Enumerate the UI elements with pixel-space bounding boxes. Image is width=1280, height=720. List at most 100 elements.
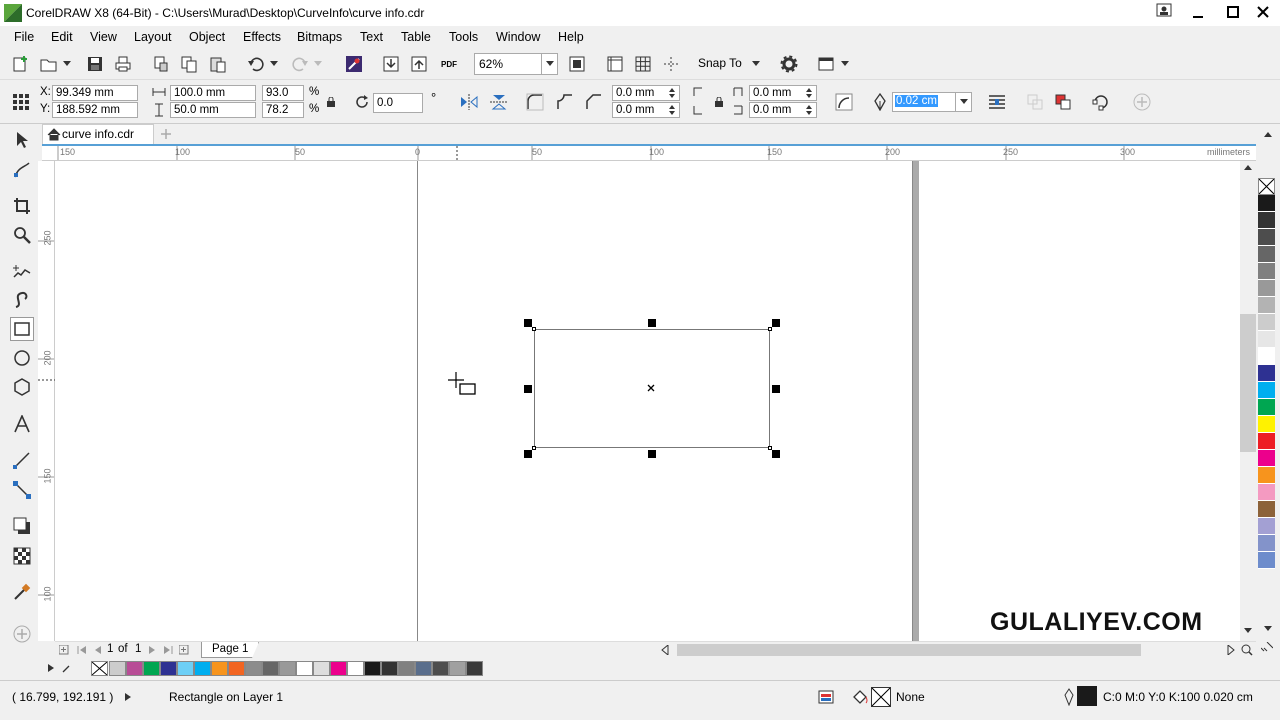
paste-icon[interactable] (207, 53, 229, 75)
undo-icon[interactable] (245, 53, 267, 75)
selection-handle-top-left[interactable] (524, 319, 532, 327)
redo-dropdown-icon[interactable] (311, 53, 325, 75)
pick-tool-icon[interactable] (10, 128, 34, 152)
document-color-swatch[interactable] (381, 661, 398, 676)
selection-handle-left[interactable] (524, 385, 532, 393)
close-icon[interactable] (1245, 0, 1280, 26)
menu-help[interactable]: Help (558, 30, 584, 44)
document-color-swatch[interactable] (330, 661, 347, 676)
add-tool-icon[interactable] (10, 622, 34, 646)
zoom-level-select[interactable]: 62% (474, 53, 558, 75)
color-swatch[interactable] (1258, 484, 1275, 501)
corner-spin-up-right-icon[interactable] (803, 85, 815, 101)
palette-scroll-up-icon[interactable] (1264, 132, 1272, 138)
launcher-dropdown-icon[interactable] (838, 53, 852, 75)
cut-icon[interactable] (150, 53, 172, 75)
document-color-swatch[interactable] (228, 661, 245, 676)
redo-icon[interactable] (289, 53, 311, 75)
document-color-swatch[interactable] (296, 661, 313, 676)
color-swatch[interactable] (1258, 348, 1275, 365)
corner-spin-down-right-icon[interactable] (803, 102, 815, 118)
color-swatch[interactable] (1258, 280, 1275, 297)
document-color-swatch[interactable] (177, 661, 194, 676)
lock-ratio-icon[interactable] (324, 91, 338, 113)
selection-handle-right[interactable] (772, 385, 780, 393)
relative-corner-scaling-icon[interactable] (833, 91, 855, 113)
color-swatch[interactable] (1258, 314, 1275, 331)
menu-layout[interactable]: Layout (134, 30, 172, 44)
object-origin-icon[interactable] (10, 91, 32, 113)
scroll-right-icon[interactable] (1227, 645, 1235, 655)
selection-handle-top[interactable] (648, 319, 656, 327)
convert-to-curves-icon[interactable] (1090, 91, 1112, 113)
document-color-swatch[interactable] (194, 661, 211, 676)
eyedropper-tool-icon[interactable] (10, 580, 34, 604)
document-color-swatch[interactable] (245, 661, 262, 676)
export-icon[interactable] (408, 53, 430, 75)
full-screen-preview-icon[interactable] (566, 53, 588, 75)
color-swatch[interactable] (1258, 467, 1275, 484)
add-document-tab-button[interactable] (158, 126, 174, 142)
first-page-icon[interactable] (77, 645, 87, 655)
color-swatch[interactable] (1258, 331, 1275, 348)
color-swatch[interactable] (1258, 433, 1275, 450)
menu-bitmaps[interactable]: Bitmaps (297, 30, 342, 44)
round-corner-icon[interactable] (524, 91, 546, 113)
outline-color-swatch[interactable] (1077, 686, 1097, 706)
previous-page-icon[interactable] (93, 645, 103, 655)
menu-effects[interactable]: Effects (243, 30, 281, 44)
document-color-swatch[interactable] (262, 661, 279, 676)
document-color-swatch[interactable] (347, 661, 364, 676)
color-swatch[interactable] (1258, 552, 1275, 569)
import-icon[interactable] (380, 53, 402, 75)
document-color-swatch[interactable] (415, 661, 432, 676)
copy-icon[interactable] (178, 53, 200, 75)
document-tab[interactable]: curve info.cdr (42, 124, 154, 144)
options-gear-icon[interactable] (778, 53, 800, 75)
color-swatch[interactable] (1258, 246, 1275, 263)
menu-edit[interactable]: Edit (51, 30, 73, 44)
text-wrap-icon[interactable] (986, 91, 1008, 113)
document-color-swatch[interactable] (364, 661, 381, 676)
scale-x-field[interactable]: 93.0 (262, 85, 304, 101)
transparency-tool-icon[interactable] (10, 544, 34, 568)
current-page-number[interactable]: 1 (107, 643, 113, 655)
selection-handle-bottom-left[interactable] (524, 450, 532, 458)
show-rulers-icon[interactable] (604, 53, 626, 75)
corner-node[interactable] (532, 327, 536, 331)
rotation-field[interactable]: 0.0 (373, 93, 423, 113)
open-icon[interactable] (38, 53, 60, 75)
document-color-swatch[interactable] (143, 661, 160, 676)
corner-node[interactable] (768, 327, 772, 331)
mirror-horizontal-icon[interactable] (458, 91, 480, 113)
document-color-swatch[interactable] (449, 661, 466, 676)
selection-handle-top-right[interactable] (772, 319, 780, 327)
fill-none-swatch[interactable] (871, 687, 891, 707)
save-icon[interactable] (84, 53, 106, 75)
freehand-tool-icon[interactable] (10, 260, 34, 284)
height-field[interactable]: 50.0 mm (170, 102, 256, 118)
snap-to-button[interactable]: Snap To (698, 56, 762, 74)
menu-tools[interactable]: Tools (449, 30, 478, 44)
outline-width-dropdown-icon[interactable] (955, 93, 971, 111)
add-page-after-icon[interactable] (179, 645, 189, 655)
new-document-icon[interactable] (10, 53, 32, 75)
menu-object[interactable]: Object (189, 30, 225, 44)
corner-spin-up-icon[interactable] (666, 85, 678, 101)
color-swatch[interactable] (1258, 365, 1275, 382)
scroll-left-icon[interactable] (661, 645, 669, 655)
y-position-field[interactable]: 188.592 mm (52, 102, 138, 118)
connector-tool-icon[interactable] (10, 478, 34, 502)
to-front-disabled-icon[interactable] (1024, 91, 1046, 113)
horizontal-ruler[interactable]: 150 100 50 0 50 100 150 200 250 300 mill… (42, 144, 1256, 161)
color-swatch[interactable] (1258, 399, 1275, 416)
application-launcher-icon[interactable] (815, 53, 837, 75)
document-color-swatch[interactable] (211, 661, 228, 676)
document-color-swatch[interactable] (160, 661, 177, 676)
print-icon[interactable] (112, 53, 134, 75)
no-color-swatch[interactable] (91, 661, 108, 676)
ellipse-tool-icon[interactable] (10, 346, 34, 370)
color-swatch[interactable] (1258, 297, 1275, 314)
zoom-tool-icon[interactable] (10, 223, 34, 247)
color-swatch[interactable] (1258, 212, 1275, 229)
